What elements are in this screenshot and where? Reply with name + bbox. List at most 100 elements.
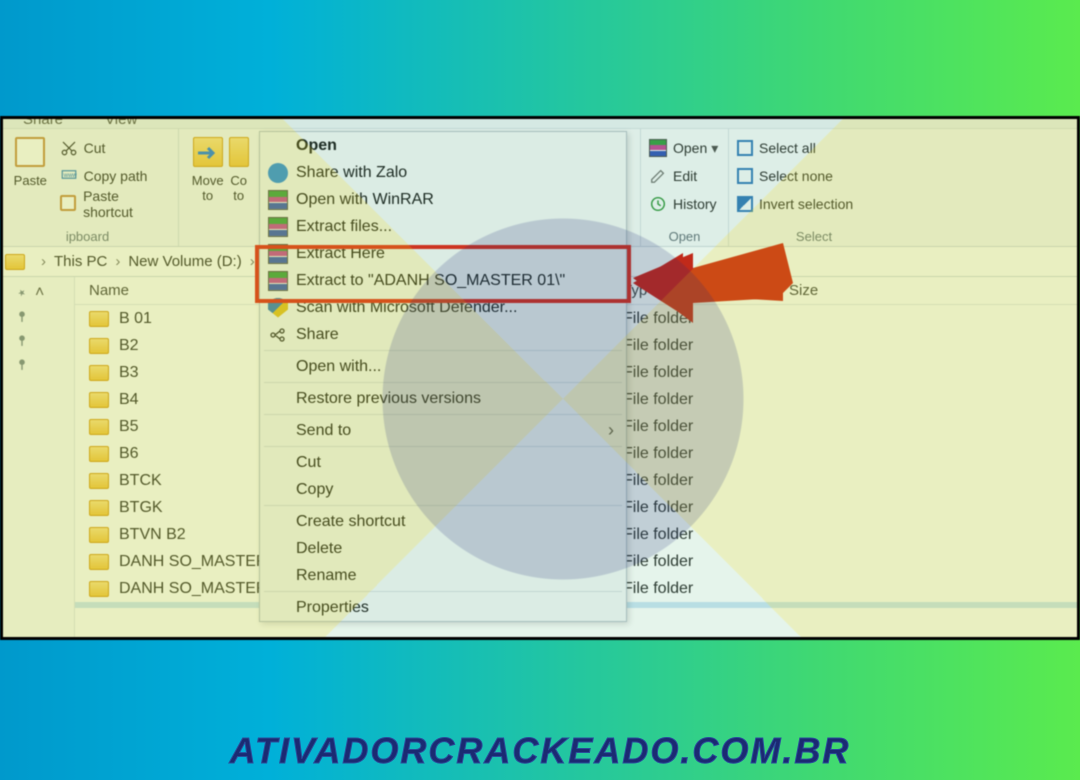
copy-path-button[interactable]: www Copy path bbox=[60, 163, 170, 189]
file-type: File folder bbox=[623, 553, 789, 571]
ctx-rename[interactable]: Rename bbox=[260, 562, 626, 589]
ctx-cut[interactable]: Cut bbox=[260, 449, 626, 476]
folder-icon bbox=[89, 311, 109, 327]
col-size[interactable]: Size bbox=[789, 282, 909, 299]
invert-selection-button[interactable]: Invert selection bbox=[737, 191, 853, 217]
explorer-window: Share View Paste C bbox=[0, 117, 1080, 640]
ctx-delete[interactable]: Delete bbox=[260, 535, 626, 562]
folder-icon bbox=[89, 338, 109, 354]
file-name: B2 bbox=[119, 337, 139, 355]
select-none-icon bbox=[737, 168, 753, 184]
pinned-item[interactable] bbox=[0, 353, 74, 377]
edit-button[interactable]: Edit bbox=[649, 163, 718, 189]
ctx-share[interactable]: Share bbox=[260, 321, 626, 348]
chevron-right-icon: › bbox=[250, 253, 255, 270]
ribbon-group-organize: Move to Co to bbox=[179, 129, 257, 246]
file-name: B5 bbox=[119, 418, 139, 436]
ctx-extract-files[interactable]: Extract files... bbox=[260, 213, 626, 240]
history-icon bbox=[649, 195, 667, 213]
ctx-share-zalo[interactable]: Share with Zalo bbox=[260, 159, 626, 186]
file-type: File folder bbox=[623, 391, 789, 409]
move-to-button[interactable]: Move to bbox=[187, 133, 228, 223]
pin-icon bbox=[15, 358, 29, 372]
select-all-icon bbox=[737, 140, 753, 156]
cut-button[interactable]: Cut bbox=[60, 135, 170, 161]
rar-icon bbox=[268, 271, 288, 291]
file-type: File folder bbox=[623, 472, 789, 490]
context-menu: Open Share with Zalo Open with WinRAR Ex… bbox=[259, 131, 627, 622]
watermark-text: ATIVADORCRACKEADO.COM.BR bbox=[0, 730, 1080, 772]
ctx-scan-defender[interactable]: Scan with Microsoft Defender... bbox=[260, 294, 626, 321]
select-all-button[interactable]: Select all bbox=[737, 135, 853, 161]
copy-to-button[interactable]: Co to bbox=[228, 133, 249, 223]
folder-icon bbox=[89, 365, 109, 381]
history-button[interactable]: History bbox=[649, 191, 718, 217]
nav-sidebar: ˄ bbox=[0, 277, 75, 640]
folder-icon bbox=[89, 581, 109, 597]
folder-icon bbox=[89, 419, 109, 435]
folder-icon bbox=[89, 473, 109, 489]
share-icon bbox=[268, 325, 288, 345]
zalo-icon bbox=[268, 163, 288, 183]
ctx-restore-versions[interactable]: Restore previous versions bbox=[260, 385, 626, 412]
pinned-item[interactable] bbox=[0, 305, 74, 329]
chevron-right-icon: › bbox=[608, 420, 614, 441]
breadcrumb-root[interactable]: This PC bbox=[54, 253, 107, 270]
ctx-open-with[interactable]: Open with... bbox=[260, 353, 626, 380]
ctx-copy[interactable]: Copy bbox=[260, 476, 626, 503]
folder-icon bbox=[89, 554, 109, 570]
ctx-extract-to[interactable]: Extract to "ADANH SO_MASTER 01\" bbox=[260, 267, 626, 294]
invert-selection-icon bbox=[737, 196, 753, 212]
file-type: File folder bbox=[623, 499, 789, 517]
ctx-create-shortcut[interactable]: Create shortcut bbox=[260, 508, 626, 535]
paste-shortcut-button[interactable]: Paste shortcut bbox=[60, 191, 170, 217]
folder-icon bbox=[89, 527, 109, 543]
ctx-send-to[interactable]: Send to› bbox=[260, 417, 626, 444]
select-none-button[interactable]: Select none bbox=[737, 163, 853, 189]
file-type: File folder bbox=[623, 364, 789, 382]
folder-icon bbox=[193, 137, 223, 167]
ctx-extract-here[interactable]: Extract Here bbox=[260, 240, 626, 267]
quick-access-toggle[interactable]: ˄ bbox=[0, 281, 74, 305]
folder-icon bbox=[5, 254, 25, 270]
open-dropdown[interactable]: Open ▾ bbox=[649, 135, 718, 161]
ctx-open[interactable]: Open bbox=[260, 132, 626, 159]
file-name: BTVN B2 bbox=[119, 526, 186, 544]
file-name: DANH SO_MASTER 0 bbox=[119, 553, 281, 571]
shield-icon bbox=[268, 298, 288, 318]
ribbon-tabs: Share View bbox=[17, 116, 143, 128]
file-type: File folder bbox=[623, 337, 789, 355]
paste-button[interactable]: Paste bbox=[5, 133, 56, 223]
edit-icon bbox=[649, 167, 667, 185]
chevron-right-icon: › bbox=[115, 253, 120, 270]
ctx-open-winrar[interactable]: Open with WinRAR bbox=[260, 186, 626, 213]
group-label-clipboard: ipboard bbox=[0, 229, 178, 244]
pinned-item[interactable] bbox=[0, 329, 74, 353]
ribbon-group-clipboard: Paste Cut www Copy bbox=[0, 129, 179, 246]
folder-icon bbox=[89, 500, 109, 516]
ctx-properties[interactable]: Properties bbox=[260, 594, 626, 621]
folder-icon bbox=[89, 392, 109, 408]
file-type: File folder bbox=[623, 526, 789, 544]
breadcrumb-drive[interactable]: New Volume (D:) bbox=[128, 253, 241, 270]
file-name: B 01 bbox=[119, 310, 152, 328]
file-type: File folder bbox=[623, 580, 789, 598]
col-type[interactable]: Typ bbox=[623, 282, 789, 299]
copy-path-icon: www bbox=[60, 167, 78, 185]
pin-icon bbox=[15, 334, 29, 348]
file-name: B4 bbox=[119, 391, 139, 409]
tab-share[interactable]: Share bbox=[17, 116, 69, 128]
svg-text:www: www bbox=[62, 173, 77, 179]
file-name: B6 bbox=[119, 445, 139, 463]
tab-view[interactable]: View bbox=[99, 116, 143, 128]
file-name: DANH SO_MASTER 0 bbox=[119, 580, 281, 598]
group-label-open: Open bbox=[641, 229, 728, 244]
file-name: BTGK bbox=[119, 499, 163, 517]
chevron-up-icon: ˄ bbox=[35, 284, 44, 302]
screenshot-frame: Share View Paste C bbox=[0, 116, 1080, 640]
paste-shortcut-icon bbox=[60, 195, 77, 213]
ribbon-group-open: Open ▾ Edit History bbox=[641, 129, 729, 246]
file-name: BTCK bbox=[119, 472, 162, 490]
rar-icon bbox=[268, 217, 288, 237]
group-label-select: Select bbox=[729, 229, 899, 244]
